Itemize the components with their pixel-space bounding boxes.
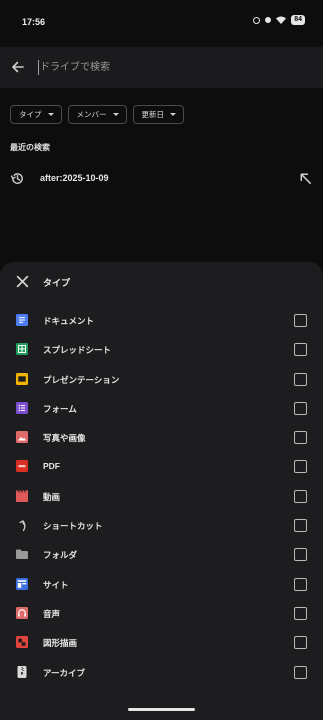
type-checkbox[interactable]: [294, 665, 307, 679]
insert-query-arrow-icon[interactable]: [298, 171, 313, 186]
recent-search-item[interactable]: after:2025-10-09: [0, 164, 323, 194]
sheets-icon: [16, 343, 28, 356]
sheet-header: タイプ: [0, 262, 323, 302]
type-row-sheets[interactable]: スプレッドシート: [0, 335, 323, 364]
type-row-images[interactable]: 写真や画像: [0, 423, 323, 452]
docs-icon: [16, 314, 28, 326]
alarm-icon: [253, 16, 261, 24]
type-checkbox[interactable]: [294, 401, 307, 415]
type-label: PDF: [43, 461, 60, 472]
type-row-sites[interactable]: サイト: [0, 570, 323, 599]
battery-icon: 84: [291, 15, 305, 25]
type-label: 動画: [43, 491, 61, 502]
back-arrow-icon[interactable]: [10, 59, 26, 75]
type-label: アーカイブ: [43, 667, 85, 678]
filter-chip-members[interactable]: メンバー: [67, 105, 127, 124]
type-checkbox[interactable]: [294, 606, 307, 620]
filter-chip-label: タイプ: [19, 110, 42, 119]
pdf-icon: [16, 460, 28, 473]
forms-icon: [16, 401, 28, 414]
type-row-archive[interactable]: アーカイブ: [0, 658, 323, 687]
filter-chip-label: 更新日: [141, 110, 165, 119]
folder-icon: [16, 549, 28, 560]
type-label: フォーム: [43, 403, 77, 414]
status-time: 17:56: [22, 17, 46, 27]
close-icon[interactable]: [16, 275, 29, 288]
type-label: 写真や画像: [43, 433, 86, 444]
type-checkbox[interactable]: [294, 548, 307, 562]
type-checkbox[interactable]: [294, 460, 307, 474]
type-label: ドキュメント: [43, 316, 95, 326]
history-icon: [10, 173, 23, 184]
filter-chip-modified[interactable]: 更新日: [132, 105, 184, 124]
video-icon: [16, 490, 28, 502]
type-label: スプレッドシート: [43, 345, 112, 356]
shortcut-icon: [19, 520, 26, 532]
archive-icon: [17, 665, 27, 678]
type-checkbox[interactable]: [294, 314, 307, 327]
type-list: ドキュメント スプレッドシート プレゼンテーション フォーム 写真や画像 PDF…: [0, 306, 323, 687]
type-row-shortcut[interactable]: ショートカット: [0, 511, 323, 540]
type-label: 図形描画: [43, 638, 78, 649]
sheet-title: タイプ: [43, 278, 71, 288]
text-cursor: [38, 60, 39, 75]
type-row-drawing[interactable]: 図形描画: [0, 628, 323, 657]
slides-icon: [16, 372, 28, 385]
filter-chip-label: メンバー: [76, 110, 107, 119]
wifi-icon: [276, 16, 287, 24]
type-label: プレゼンテーション: [43, 374, 120, 385]
type-checkbox[interactable]: [294, 636, 307, 650]
search-input[interactable]: [40, 58, 300, 76]
status-bar: 17:56 84: [0, 0, 323, 46]
type-row-pdf[interactable]: PDF: [0, 452, 323, 481]
home-indicator[interactable]: [128, 708, 195, 711]
type-label: 音声: [43, 608, 61, 619]
type-label: フォルダ: [43, 550, 78, 561]
vibrate-icon: [265, 17, 272, 23]
type-label: ショートカット: [43, 521, 103, 532]
search-bar: [0, 47, 323, 88]
type-checkbox[interactable]: [294, 372, 307, 386]
recent-searches-heading: 最近の検索: [10, 143, 50, 152]
type-checkbox[interactable]: [294, 431, 307, 445]
dropdown-arrow-icon: [170, 113, 176, 116]
recent-search-text: after:2025-10-09: [40, 173, 109, 183]
audio-icon: [16, 606, 28, 619]
type-checkbox[interactable]: [294, 577, 307, 591]
image-icon: [16, 431, 28, 444]
type-row-forms[interactable]: フォーム: [0, 394, 323, 423]
type-row-video[interactable]: 動画: [0, 482, 323, 511]
type-row-audio[interactable]: 音声: [0, 599, 323, 628]
type-row-folder[interactable]: フォルダ: [0, 540, 323, 569]
type-row-slides[interactable]: プレゼンテーション: [0, 365, 323, 394]
sites-icon: [16, 577, 28, 590]
type-row-docs[interactable]: ドキュメント: [0, 306, 323, 335]
filter-chip-type[interactable]: タイプ: [10, 105, 62, 124]
type-checkbox[interactable]: [294, 489, 307, 503]
type-checkbox[interactable]: [294, 519, 307, 533]
type-filter-sheet: タイプ ドキュメント スプレッドシート プレゼンテーション フォーム 写真や画像…: [0, 262, 323, 720]
type-label: サイト: [43, 579, 69, 590]
type-checkbox[interactable]: [294, 343, 307, 357]
status-icons: 84: [253, 15, 305, 25]
drawing-icon: [16, 636, 28, 649]
dropdown-arrow-icon: [47, 113, 54, 116]
dropdown-arrow-icon: [112, 113, 119, 116]
filter-chips: タイプ メンバー 更新日: [10, 105, 184, 124]
